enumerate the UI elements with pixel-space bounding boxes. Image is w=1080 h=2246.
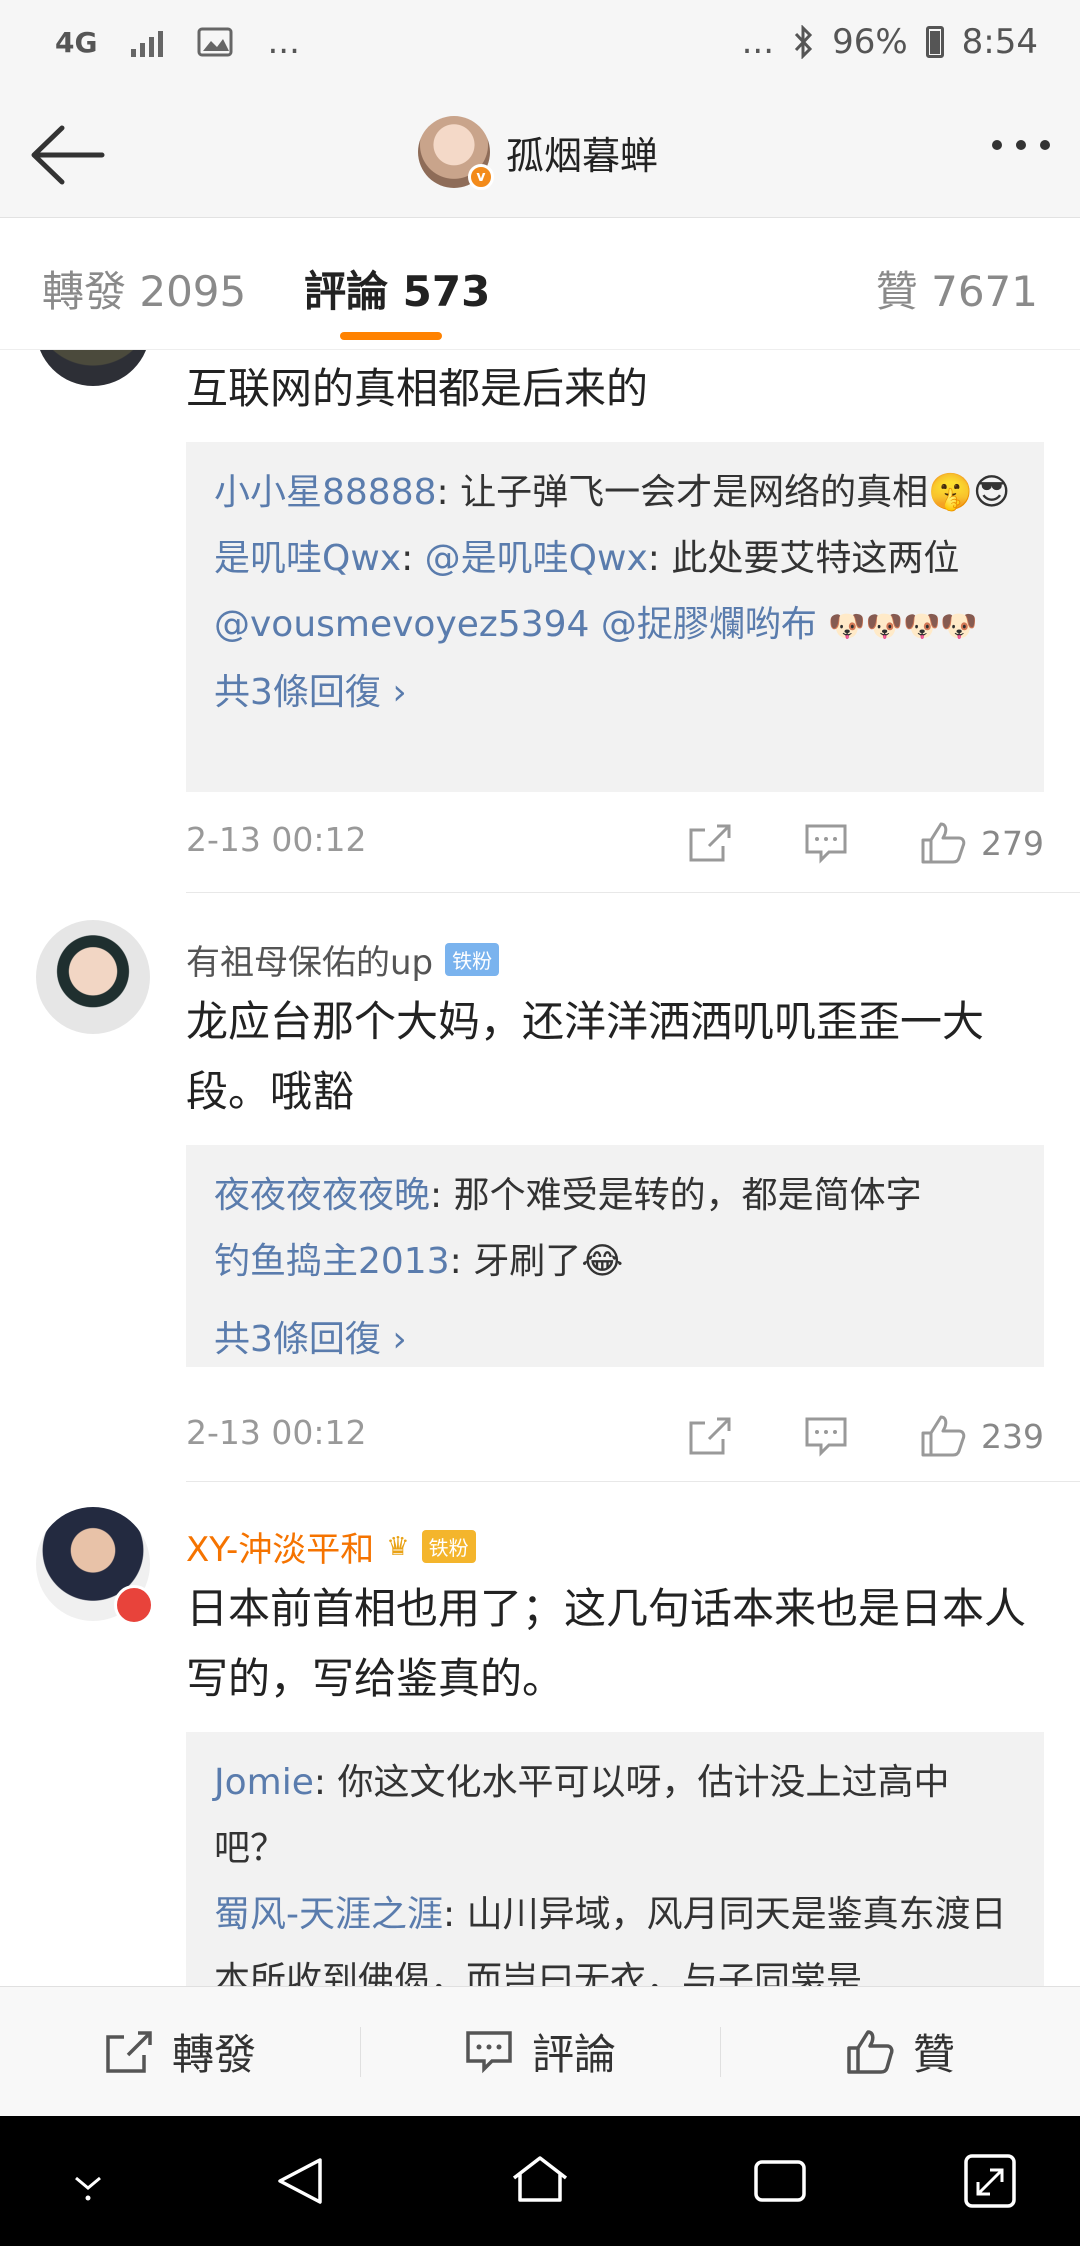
- comment-button[interactable]: 評論: [360, 1987, 720, 2116]
- nav-recents-icon[interactable]: [748, 2148, 812, 2214]
- reply-line: 夜夜夜夜夜晚: 那个难受是转的，都是简体字: [214, 1163, 1016, 1229]
- tab-likes[interactable]: 贊 7671: [876, 258, 1038, 319]
- signal-icon: [131, 27, 164, 57]
- tab-comments[interactable]: 評論 573: [304, 258, 490, 319]
- comment-text: 龙应台那个大妈，还洋洋洒洒叽叽歪歪一大段。哦豁: [186, 997, 985, 1116]
- fan-badge: 铁粉: [421, 1530, 476, 1563]
- view-more-replies-link[interactable]: 共3條回復 ›: [214, 1313, 1016, 1367]
- image-icon: [197, 27, 233, 57]
- more-options-icon[interactable]: [992, 140, 1050, 150]
- tab-repost[interactable]: 轉發 2095: [42, 258, 246, 319]
- reply-user[interactable]: 是叽哇Qwx: [214, 538, 401, 579]
- comment-icon: [466, 2030, 512, 2073]
- commenter-name[interactable]: 有祖母保佑的up: [186, 935, 433, 984]
- comment-icon[interactable]: [803, 822, 849, 864]
- reply-mention[interactable]: @是叽哇Qwx: [425, 538, 648, 579]
- reply-user[interactable]: 夜夜夜夜夜晚: [214, 1175, 430, 1216]
- reply-user[interactable]: Jomie: [214, 1762, 314, 1803]
- reply-text: :: [401, 538, 425, 579]
- reply-text: : 让子弹飞一会才是网络的真相🤫😎: [436, 472, 1011, 513]
- verified-badge: v: [468, 164, 494, 190]
- reply-emoji: 🐶🐶🐶🐶: [828, 609, 978, 644]
- fan-badge: 铁粉: [445, 943, 500, 976]
- commenter-avatar[interactable]: [36, 920, 150, 1034]
- commenter-avatar[interactable]: [36, 350, 150, 386]
- reply-line: @vousmevoyez5394 @捉膠爛哟布 🐶🐶🐶🐶: [214, 592, 1016, 660]
- reply-line: 钓鱼捣主2013: 牙刷了😂: [214, 1229, 1016, 1295]
- nav-dismiss-keyboard-icon[interactable]: [60, 2148, 116, 2214]
- status-bar: 4G ... ... 96% 8:54: [0, 0, 1080, 92]
- status-more-right: ...: [741, 22, 775, 62]
- commenter-name[interactable]: XY-沖淡平和: [186, 1522, 374, 1571]
- crown-icon: ♛: [386, 1531, 410, 1562]
- thumbs-up-icon: [921, 822, 966, 864]
- share-icon[interactable]: [687, 1415, 733, 1457]
- comment-text: 日本前首相也用了；这几句话本来也是日本人写的，写给鉴真的。: [186, 1584, 1027, 1703]
- view-more-replies-row[interactable]: 共3條回復 ›: [186, 1313, 1044, 1367]
- reply-box[interactable]: Jomie: 你这文化水平可以呀，估计没上过高中吧？ 蜀风-天涯之涯: 山川异域…: [186, 1732, 1044, 1986]
- reply-box[interactable]: 小小星88888: 让子弹飞一会才是网络的真相🤫😎 是叽哇Qwx: @是叽哇Qw…: [186, 442, 1044, 792]
- reply-line: 小小星88888: 让子弹飞一会才是网络的真相🤫😎: [214, 460, 1016, 526]
- reply-box[interactable]: 夜夜夜夜夜晚: 那个难受是转的，都是简体字 钓鱼捣主2013: 牙刷了😂: [186, 1145, 1044, 1313]
- comment-list[interactable]: 互联网的真相都是后来的 小小星88888: 让子弹飞一会才是网络的真相🤫😎 是叽…: [0, 350, 1080, 1986]
- divider: [186, 892, 1080, 893]
- repost-button[interactable]: 轉發: [0, 1987, 360, 2116]
- reply-user[interactable]: 小小星88888: [214, 472, 437, 513]
- nav-home-icon[interactable]: [508, 2148, 572, 2214]
- comment-meta: 2-13 00:12 239: [186, 1413, 1044, 1463]
- comment-time: 2-13 00:12: [186, 1413, 367, 1452]
- comment-time: 2-13 00:12: [186, 820, 367, 859]
- reply-text: : 那个难受是转的，都是简体字: [430, 1175, 922, 1216]
- commenter-name-row: 有祖母保佑的up 铁粉: [186, 935, 500, 984]
- battery-percent: 96%: [832, 22, 908, 62]
- commenter-avatar[interactable]: [36, 1507, 154, 1625]
- reply-line: 是叽哇Qwx: @是叽哇Qwx: 此处要艾特这两位: [214, 526, 1016, 592]
- bluetooth-icon: [794, 25, 813, 59]
- commenter-name-row: XY-沖淡平和 ♛ 铁粉: [186, 1522, 476, 1571]
- author-avatar[interactable]: v: [418, 116, 494, 190]
- battery-icon: [925, 26, 944, 58]
- like-label: 贊: [912, 2030, 955, 2079]
- clock: 8:54: [961, 22, 1038, 62]
- like-count: 279: [981, 823, 1044, 863]
- reply-user[interactable]: 钓鱼捣主2013: [214, 1241, 450, 1282]
- like-button[interactable]: 贊: [720, 1987, 1080, 2116]
- bottom-action-bar: 轉發 評論 贊: [0, 1986, 1080, 2116]
- reply-text: : 此处要艾特这两位: [647, 538, 960, 579]
- like-count: 239: [981, 1416, 1044, 1456]
- reply-user[interactable]: 蜀风-天涯之涯: [214, 1894, 443, 1935]
- thumbs-up-icon: [921, 1415, 966, 1457]
- author-name[interactable]: 孤烟暮蝉: [506, 125, 658, 180]
- comment-text: 互联网的真相都是后来的: [186, 364, 649, 413]
- network-indicator: 4G: [55, 25, 98, 59]
- thumbs-up-icon: [847, 2029, 894, 2074]
- reply-line: 蜀风-天涯之涯: 山川异域，风月同天是鉴真东渡日本所收到佛偈，而岂曰无衣，与子同…: [214, 1882, 1016, 1986]
- reply-mentions[interactable]: @vousmevoyez5394 @捉膠爛哟布: [214, 604, 817, 645]
- status-more-left: ...: [267, 22, 300, 62]
- system-nav-bar: [0, 2116, 1080, 2246]
- comment-icon[interactable]: [803, 1415, 849, 1457]
- like-button[interactable]: 279: [919, 820, 1044, 866]
- reply-line: Jomie: 你这文化水平可以呀，估计没上过高中吧？: [214, 1750, 1016, 1882]
- author-header[interactable]: v 孤烟暮蝉: [418, 116, 658, 190]
- nav-back-icon[interactable]: [270, 2148, 330, 2214]
- divider: [186, 1481, 1080, 1482]
- like-button[interactable]: 239: [919, 1413, 1044, 1459]
- verified-badge: [114, 1585, 154, 1625]
- repost-label: 轉發: [171, 2030, 256, 2079]
- tab-active-indicator: [340, 332, 442, 340]
- reply-text: : 牙刷了😂: [449, 1241, 624, 1282]
- nav-rotate-icon[interactable]: [960, 2148, 1020, 2214]
- comment-label: 評論: [531, 2030, 616, 2079]
- repost-icon: [106, 2030, 152, 2073]
- view-more-replies-link[interactable]: 共3條回復 ›: [214, 660, 1016, 726]
- share-icon[interactable]: [687, 822, 733, 864]
- back-arrow-icon[interactable]: [28, 122, 108, 188]
- title-bar: v 孤烟暮蝉: [0, 92, 1080, 218]
- comment-meta: 2-13 00:12 279: [186, 820, 1044, 870]
- reply-text: : 你这文化水平可以呀，估计没上过高中吧？: [214, 1762, 950, 1869]
- tab-bar: 轉發 2095 評論 573 贊 7671: [0, 218, 1080, 350]
